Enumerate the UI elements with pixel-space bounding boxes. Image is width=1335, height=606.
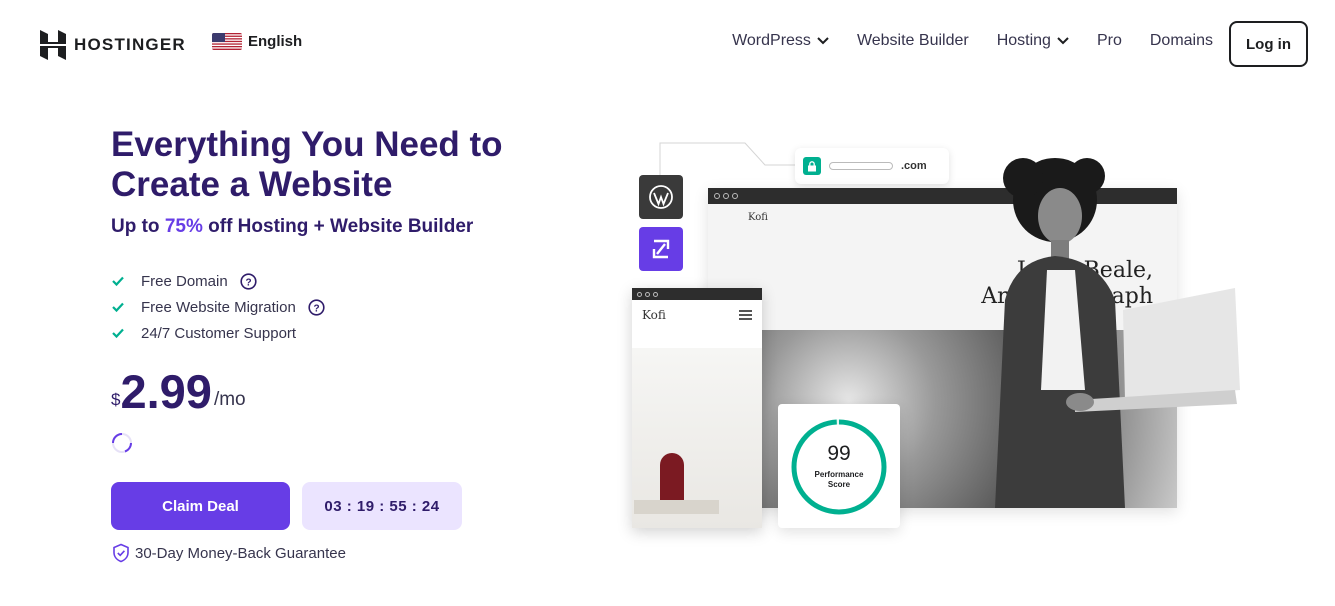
hero-title: Everything You Need to Create a Website — [111, 125, 571, 205]
loading-spinner-icon — [112, 433, 133, 453]
window-dot — [645, 291, 650, 297]
us-flag-icon — [212, 33, 242, 50]
feature-label: Free Website Migration — [141, 298, 296, 316]
nav-item-pro[interactable]: Pro — [1097, 32, 1122, 50]
hero-illustration: .com Kofi Joyce Beale, Art photograph — [630, 138, 1270, 558]
check-icon — [112, 276, 124, 287]
score-label-line2: Score — [827, 480, 851, 489]
hero-title-line2: Create a Website — [111, 165, 393, 204]
feature-list: Free Domain ? Free Website Migration ? 2… — [111, 268, 325, 346]
books-shape — [634, 500, 719, 514]
login-button[interactable]: Log in — [1229, 21, 1308, 67]
nav-item-label: Pro — [1096, 32, 1122, 49]
feature-support: 24/7 Customer Support — [111, 320, 325, 346]
hostinger-logo[interactable]: HOSTINGER — [40, 30, 186, 60]
score-label: Performance Score — [809, 470, 869, 490]
language-selector[interactable]: English — [212, 33, 302, 50]
lock-icon — [803, 157, 821, 175]
window-dot — [637, 291, 642, 297]
website-builder-icon — [639, 227, 683, 271]
url-bar: .com — [795, 148, 949, 184]
wordpress-icon — [639, 175, 683, 219]
url-tld: .com — [901, 160, 927, 172]
nav-item-domains[interactable]: Domains — [1150, 32, 1213, 50]
help-icon[interactable]: ? — [240, 272, 257, 290]
svg-text:?: ? — [313, 303, 319, 314]
language-label: English — [248, 33, 303, 50]
money-back-guarantee: 30-Day Money-Back Guarantee — [111, 543, 346, 563]
window-dot — [653, 291, 658, 297]
hostinger-landing-page: HOSTINGER English WordPress Website Buil… — [0, 0, 1335, 606]
feature-label: Free Domain — [141, 272, 228, 290]
price: $ 2.99 /mo — [111, 366, 246, 418]
help-icon[interactable]: ? — [308, 298, 325, 316]
window-dot — [723, 193, 729, 199]
chevron-down-icon — [1057, 37, 1069, 45]
subtitle-prefix: Up to — [111, 216, 165, 237]
hostinger-logo-icon — [40, 30, 66, 60]
price-amount: 2.99 — [120, 365, 212, 418]
svg-text:?: ? — [245, 277, 251, 288]
desktop-site-brand: Kofi — [748, 212, 768, 223]
subtitle-suffix: off Hosting + Website Builder — [202, 216, 474, 237]
guarantee-text: 30-Day Money-Back Guarantee — [135, 544, 346, 562]
price-period: /mo — [213, 389, 246, 410]
claim-deal-button[interactable]: Claim Deal — [111, 482, 290, 530]
discount-percent: 75% — [164, 216, 203, 237]
main-nav: WordPress Website Builder Hosting Pro Do… — [732, 32, 1213, 50]
mobile-website-preview: Kofi — [632, 288, 762, 528]
nav-item-hosting[interactable]: Hosting — [997, 32, 1069, 50]
chevron-down-icon — [817, 37, 829, 45]
window-bar — [632, 288, 762, 300]
brand-name: HOSTINGER — [74, 35, 186, 54]
hamburger-menu-icon — [739, 310, 752, 320]
nav-item-label: Website Builder — [856, 32, 969, 49]
nav-item-label: Hosting — [996, 32, 1051, 49]
nav-item-wordpress[interactable]: WordPress — [732, 32, 829, 50]
window-dot — [714, 193, 720, 199]
woman-with-laptop-image — [995, 158, 1240, 508]
hero-subtitle: Up to 75% off Hosting + Website Builder — [111, 216, 473, 238]
window-dot — [732, 193, 738, 199]
feature-free-migration: Free Website Migration ? — [111, 294, 325, 320]
nav-item-label: Domains — [1149, 32, 1213, 49]
price-currency: $ — [111, 390, 121, 409]
shield-check-icon — [113, 543, 129, 563]
countdown-timer: 03 : 19 : 55 : 24 — [302, 482, 462, 530]
feature-free-domain: Free Domain ? — [111, 268, 325, 294]
hero-title-line1: Everything You Need to — [111, 125, 503, 164]
performance-score-card: 99 Performance Score — [778, 404, 900, 528]
mobile-site-brand: Kofi — [642, 308, 666, 322]
check-icon — [112, 302, 124, 313]
score-label-line1: Performance — [814, 470, 864, 479]
nav-item-label: WordPress — [732, 32, 811, 49]
check-icon — [112, 328, 124, 339]
score-value: 99 — [827, 442, 851, 465]
score-ring — [791, 419, 887, 515]
vase-photo — [632, 348, 762, 528]
feature-label: 24/7 Customer Support — [141, 324, 297, 342]
nav-item-website-builder[interactable]: Website Builder — [857, 32, 969, 50]
url-placeholder-line — [829, 162, 893, 170]
